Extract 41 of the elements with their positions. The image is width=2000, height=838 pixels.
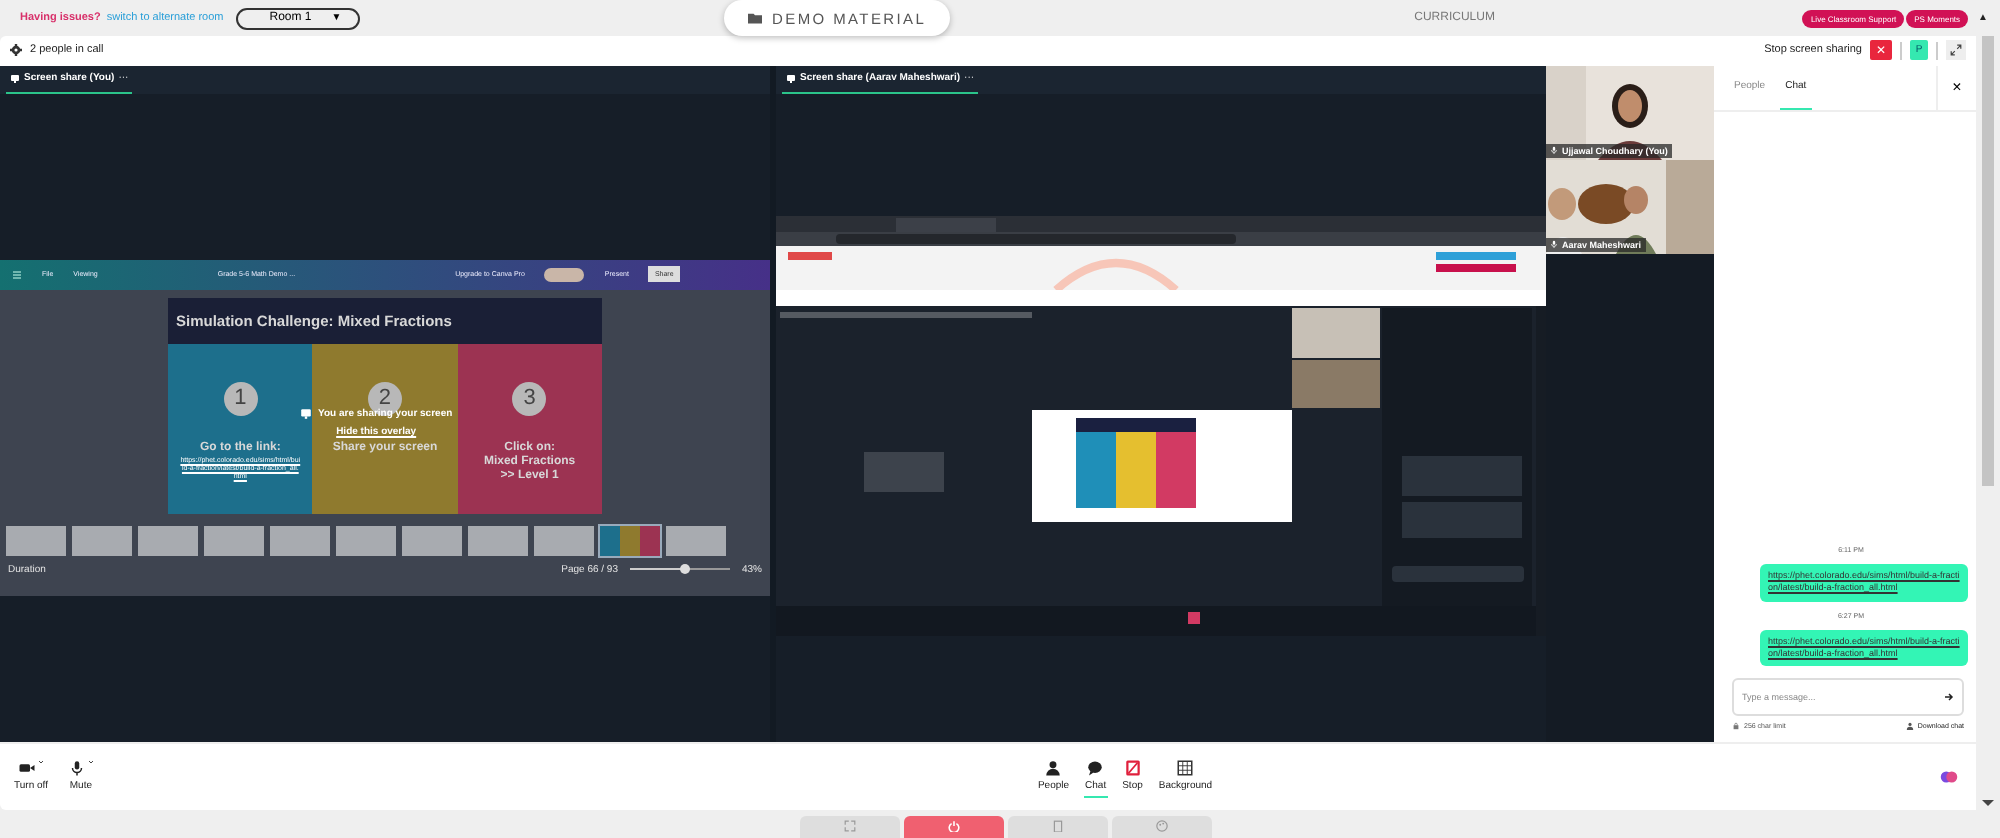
document-icon [1052,820,1064,832]
scrollbar-thumb[interactable] [1982,36,1994,486]
monitor-icon [300,407,312,420]
slide-thumbnail[interactable] [138,525,198,556]
palette-icon [1156,820,1168,832]
settings-icon[interactable] [10,44,22,57]
microphone-icon [1550,240,1558,249]
camera-icon [17,760,36,777]
slide-thumbnail[interactable] [402,525,462,556]
send-icon[interactable] [1944,692,1954,703]
scroll-down-arrow[interactable] [1982,800,1994,806]
slide-thumbnail[interactable] [336,525,396,556]
person-icon [1044,760,1063,777]
zoom-slider-thumb[interactable] [679,564,690,575]
collaborator-avatars [544,267,585,282]
lock-icon [1732,722,1740,731]
control-button[interactable] [904,816,1004,838]
step-number: 3 [512,381,547,416]
grid-icon [1176,760,1195,777]
slide-thumbnail[interactable] [72,525,132,556]
stop-sharing-icon [1123,760,1142,777]
slide-thumbnail[interactable] [204,525,264,556]
menu-icon[interactable] [12,269,22,280]
monitor-icon [786,73,796,84]
folder-icon [748,12,762,24]
power-icon [948,820,960,832]
monitor-icon [10,73,20,84]
slide-thumbnail[interactable] [468,525,528,556]
slide-thumbnail[interactable] [6,525,66,556]
microphone-icon [67,760,86,777]
person-icon [1905,722,1914,731]
microphone-icon [1550,146,1558,155]
slide-thumbnail[interactable] [666,525,726,556]
slide-thumbnail[interactable] [600,525,660,556]
expand-button[interactable] [1946,40,1966,61]
expand-icon [1950,44,1962,57]
chat-icon [1086,760,1105,777]
slide-thumbnail[interactable] [270,525,330,556]
fullscreen-icon [844,820,856,832]
slide-thumbnail[interactable] [534,525,594,556]
step-number: 1 [223,381,258,416]
